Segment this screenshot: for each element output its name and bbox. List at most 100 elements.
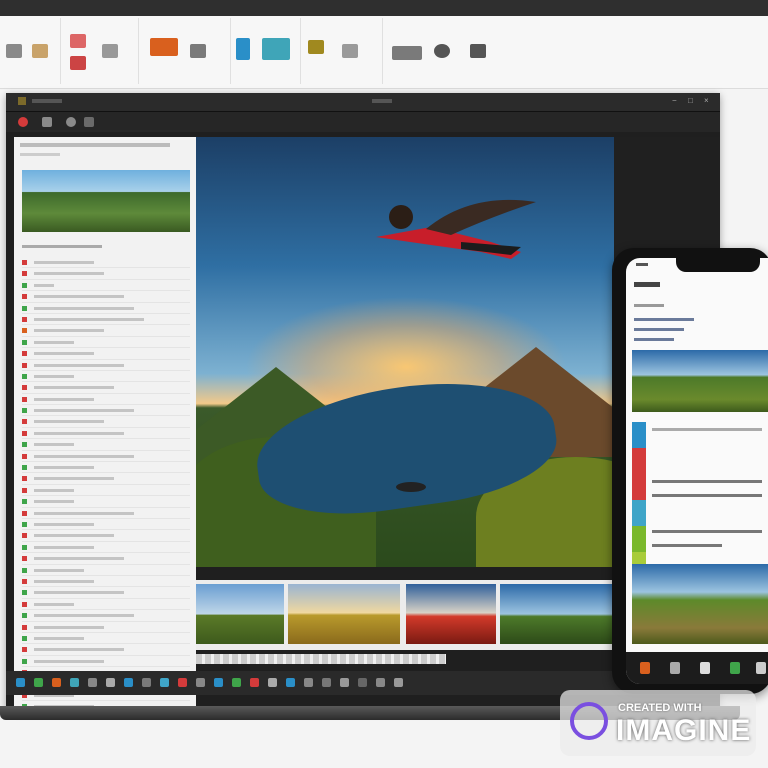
phone-gallery-image[interactable]: [632, 564, 768, 644]
timeline-bar[interactable]: [196, 654, 446, 664]
layer-row[interactable]: [22, 257, 190, 269]
tool-icon[interactable]: [102, 44, 118, 58]
layer-row[interactable]: [22, 371, 190, 383]
dock-app-icon[interactable]: [124, 678, 133, 687]
dock-app-icon[interactable]: [142, 678, 151, 687]
tool-icon[interactable]: [66, 117, 76, 127]
tool-icon[interactable]: [308, 40, 324, 54]
layer-row[interactable]: [22, 587, 190, 599]
dock-app-icon[interactable]: [232, 678, 241, 687]
dock-app-icon[interactable]: [88, 678, 97, 687]
maximize-icon[interactable]: □: [688, 97, 696, 105]
dock-app-icon[interactable]: [16, 678, 25, 687]
close-icon[interactable]: ×: [704, 97, 712, 105]
color-swatch[interactable]: [632, 474, 646, 500]
layer-row[interactable]: [22, 405, 190, 417]
dock-app-icon[interactable]: [52, 678, 61, 687]
app-icon[interactable]: [730, 662, 740, 674]
filmstrip-thumbnail[interactable]: [500, 584, 616, 644]
tool-icon[interactable]: [342, 44, 358, 58]
dock-app-icon[interactable]: [70, 678, 79, 687]
layer-row[interactable]: [22, 542, 190, 554]
layer-row[interactable]: [22, 644, 190, 656]
layer-color-icon: [22, 453, 27, 459]
layer-row[interactable]: [22, 382, 190, 394]
layer-row[interactable]: [22, 303, 190, 314]
dock-app-icon[interactable]: [322, 678, 331, 687]
phone-hero-image[interactable]: [632, 350, 768, 412]
dock-app-icon[interactable]: [358, 678, 367, 687]
app-icon[interactable]: [640, 662, 650, 674]
tool-icon[interactable]: [150, 38, 178, 56]
tool-icon[interactable]: [70, 56, 86, 70]
color-swatch[interactable]: [632, 526, 646, 552]
color-swatch[interactable]: [632, 448, 646, 474]
layer-row[interactable]: [22, 633, 190, 645]
layer-row[interactable]: [22, 473, 190, 485]
tool-icon[interactable]: [236, 38, 250, 60]
dock-app-icon[interactable]: [106, 678, 115, 687]
layer-row[interactable]: [22, 416, 190, 428]
app-toolbar: [6, 112, 720, 132]
layer-row[interactable]: [22, 599, 190, 611]
tool-icon[interactable]: [262, 38, 290, 60]
layer-row[interactable]: [22, 314, 190, 326]
filmstrip-thumbnail[interactable]: [288, 584, 400, 644]
dock-app-icon[interactable]: [286, 678, 295, 687]
layer-row[interactable]: [22, 622, 190, 633]
app-icon[interactable]: [670, 662, 680, 674]
layer-row[interactable]: [22, 576, 190, 588]
dock-app-icon[interactable]: [160, 678, 169, 687]
layer-row[interactable]: [22, 325, 190, 337]
tool-icon[interactable]: [32, 44, 48, 58]
layer-row[interactable]: [22, 530, 190, 542]
layer-row[interactable]: [22, 291, 190, 303]
layer-row[interactable]: [22, 394, 190, 406]
main-image-canvas[interactable]: [196, 137, 614, 567]
layer-row[interactable]: [22, 268, 190, 280]
layer-row[interactable]: [22, 496, 190, 508]
layer-row[interactable]: [22, 360, 190, 371]
color-swatch[interactable]: [632, 422, 646, 448]
layer-row[interactable]: [22, 656, 190, 668]
layer-row[interactable]: [22, 553, 190, 565]
dock-app-icon[interactable]: [196, 678, 205, 687]
dock-app-icon[interactable]: [34, 678, 43, 687]
layer-row[interactable]: [22, 348, 190, 360]
tool-icon[interactable]: [84, 117, 94, 127]
app-icon[interactable]: [756, 662, 766, 674]
dock-app-icon[interactable]: [268, 678, 277, 687]
tool-icon[interactable]: [42, 117, 52, 127]
tool-icon[interactable]: [434, 44, 450, 58]
tool-icon[interactable]: [70, 34, 86, 48]
minimize-icon[interactable]: −: [672, 97, 680, 105]
tool-icon[interactable]: [470, 44, 486, 58]
dock-app-icon[interactable]: [376, 678, 385, 687]
layer-row[interactable]: [22, 428, 190, 440]
record-icon[interactable]: [18, 117, 28, 127]
dock-app-icon[interactable]: [304, 678, 313, 687]
layer-row[interactable]: [22, 610, 190, 622]
dock-app-icon[interactable]: [394, 678, 403, 687]
color-swatch[interactable]: [632, 500, 646, 526]
filmstrip-thumbnail[interactable]: [196, 584, 284, 644]
layer-row[interactable]: [22, 565, 190, 576]
dock-app-icon[interactable]: [214, 678, 223, 687]
tool-icon[interactable]: [392, 46, 422, 60]
layer-row[interactable]: [22, 439, 190, 451]
dock-app-icon[interactable]: [178, 678, 187, 687]
layer-row[interactable]: [22, 485, 190, 497]
filmstrip-thumbnail[interactable]: [406, 584, 496, 644]
tool-icon[interactable]: [190, 44, 206, 58]
layer-row[interactable]: [22, 337, 190, 349]
preview-thumbnail[interactable]: [22, 170, 190, 232]
layer-row[interactable]: [22, 280, 190, 292]
layer-row[interactable]: [22, 519, 190, 531]
dock-app-icon[interactable]: [250, 678, 259, 687]
app-icon[interactable]: [700, 662, 710, 674]
layer-row[interactable]: [22, 462, 190, 474]
layer-row[interactable]: [22, 451, 190, 463]
dock-app-icon[interactable]: [340, 678, 349, 687]
tool-icon[interactable]: [6, 44, 22, 58]
layer-row[interactable]: [22, 508, 190, 519]
